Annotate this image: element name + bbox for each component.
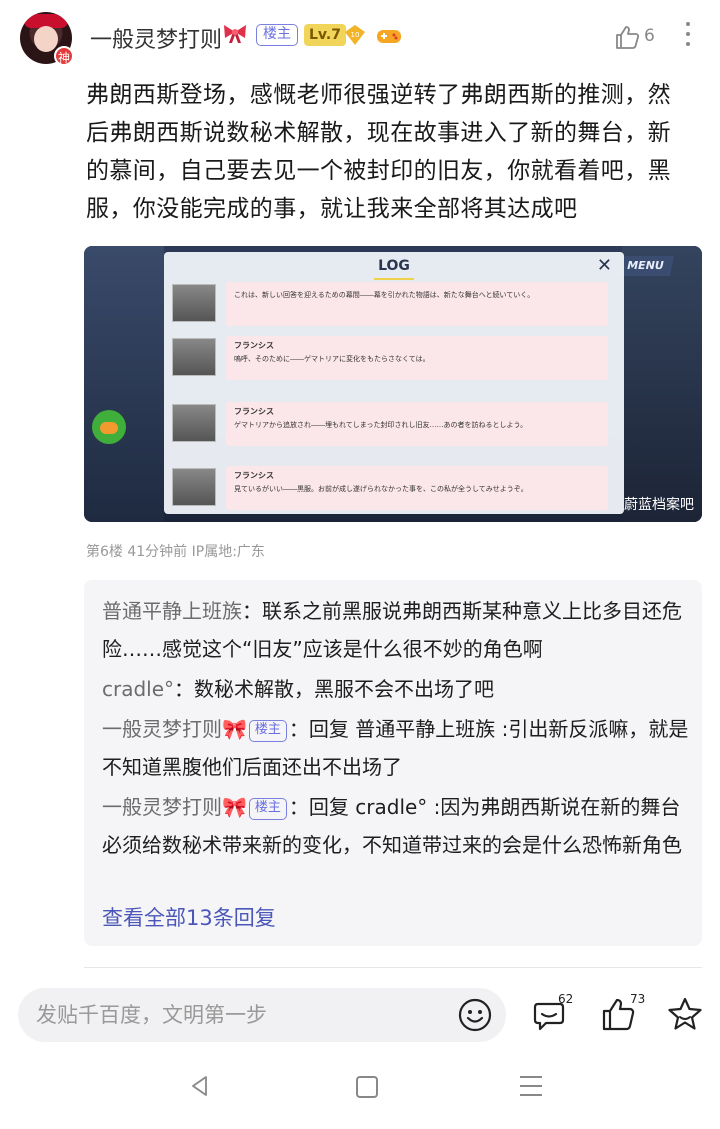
reply-author[interactable]: 普通平静上班族	[102, 599, 242, 623]
scene-background-left	[84, 246, 164, 522]
avatar-face	[34, 26, 58, 52]
menu-icon[interactable]	[520, 1076, 542, 1098]
divider	[84, 967, 702, 968]
comment-count: 62	[558, 992, 574, 1006]
home-icon[interactable]	[356, 1076, 378, 1098]
reply-box: 普通平静上班族：联系之前黑服说弗朗西斯某种意义上比多目还危险……感觉这个“旧友”…	[84, 580, 702, 946]
reply-item[interactable]: 一般灵梦打则🎀 楼主 ：回复 普通平静上班族 :引出新反派嘛，就是不知道黑腹他们后面…	[102, 710, 692, 786]
log-title: LOG	[378, 258, 410, 274]
watermark: 蔚蓝档案吧	[624, 497, 694, 513]
gamepad-icon	[377, 30, 401, 43]
reply-item[interactable]: 一般灵梦打则🎀 楼主 ：回复 cradle° :因为弗朗西斯说在新的舞台必须给数秘术…	[102, 788, 692, 864]
log-title-underline	[374, 278, 414, 280]
log-entry: フランシス ゲマトリアから追放され――埋もれてしまった封印されし旧友……あの者を…	[172, 402, 608, 448]
level-badge: Lv.7	[304, 24, 346, 46]
back-icon[interactable]	[188, 1074, 212, 1098]
star-icon[interactable]	[666, 996, 704, 1032]
louzhu-tag: 楼主	[248, 720, 287, 742]
post-image[interactable]: MENU LOG ✕ これは、新しい回答を迎えるための幕間――幕を引かれた物語は…	[84, 246, 702, 522]
reply-item[interactable]: cradle°：数秘术解散，黑服不会不出场了吧	[102, 670, 692, 708]
log-panel: LOG ✕ これは、新しい回答を迎えるための幕間――幕を引かれた物語は、新たな舞…	[164, 252, 624, 514]
log-entry: これは、新しい回答を迎えるための幕間――幕を引かれた物語は、新たな舞台へと続いて…	[172, 282, 608, 328]
post-body: 弗朗西斯登场，感慨老师很强逆转了弗朗西斯的推测，然后弗朗西斯说数秘术解散，现在故…	[86, 82, 671, 222]
log-speaker: フランシス	[234, 471, 274, 480]
comment-input[interactable]	[36, 1000, 436, 1030]
reply-item[interactable]: 普通平静上班族：联系之前黑服说弗朗西斯某种意义上比多目还危险……感觉这个“旧友”…	[102, 592, 692, 668]
more-options-icon[interactable]	[684, 22, 692, 50]
username[interactable]: 一般灵梦打则	[90, 22, 222, 54]
log-text: ゲマトリアから追放され――埋もれてしまった封印されし旧友……あの者を訪ねるとしよ…	[234, 421, 528, 429]
louzhu-tag: 楼主	[248, 798, 287, 820]
log-text: 嗚呼、そのために――ゲマトリアに変化をもたらさなくては。	[234, 355, 430, 363]
portrait-thumbnail	[172, 338, 216, 376]
god-badge: 神	[54, 46, 74, 66]
emoji-icon[interactable]	[458, 998, 492, 1032]
log-card	[226, 282, 608, 326]
scene-background-right	[622, 246, 702, 522]
log-entry: フランシス 見ているがいい――黒服。お前が成し遂げられなかった事を、この私が全う…	[172, 466, 608, 512]
reply-author[interactable]: cradle°	[102, 677, 174, 701]
menu-button: MENU	[617, 256, 675, 276]
close-icon: ✕	[596, 255, 612, 276]
reply-author[interactable]: 一般灵梦打则🎀	[102, 795, 247, 819]
see-all-replies-link[interactable]: 查看全部13条回复	[102, 902, 276, 932]
like-count: 6	[644, 26, 655, 46]
portrait-thumbnail	[172, 468, 216, 506]
reply-author[interactable]: 一般灵梦打则🎀	[102, 717, 247, 741]
log-speaker: フランシス	[234, 407, 274, 416]
post-meta: 第6楼 41分钟前 IP属地:广东	[86, 544, 265, 560]
portrait-thumbnail	[172, 284, 216, 322]
reply-text: ：数秘术解散，黑服不会不出场了吧	[174, 677, 495, 701]
medal-icon: 10	[345, 25, 365, 45]
mascot-icon	[92, 410, 126, 444]
post-header: 神 一般灵梦打则 楼主 Lv.7 10 6	[0, 0, 720, 78]
bow-icon	[224, 25, 246, 43]
thumbs-up-icon[interactable]	[614, 24, 640, 50]
svg-text:10: 10	[351, 31, 360, 39]
portrait-thumbnail	[172, 404, 216, 442]
louzhu-tag: 楼主	[256, 24, 298, 46]
log-text: これは、新しい回答を迎えるための幕間――幕を引かれた物語は、新たな舞台へと続いて…	[234, 291, 535, 299]
comment-input-bar[interactable]	[18, 988, 506, 1042]
log-speaker: フランシス	[234, 341, 274, 350]
log-text: 見ているがいい――黒服。お前が成し遂げられなかった事を、この私が全うしてみせよう…	[234, 485, 528, 493]
log-entry: フランシス 嗚呼、そのために――ゲマトリアに変化をもたらさなくては。	[172, 336, 608, 382]
like-count: 73	[630, 992, 646, 1006]
